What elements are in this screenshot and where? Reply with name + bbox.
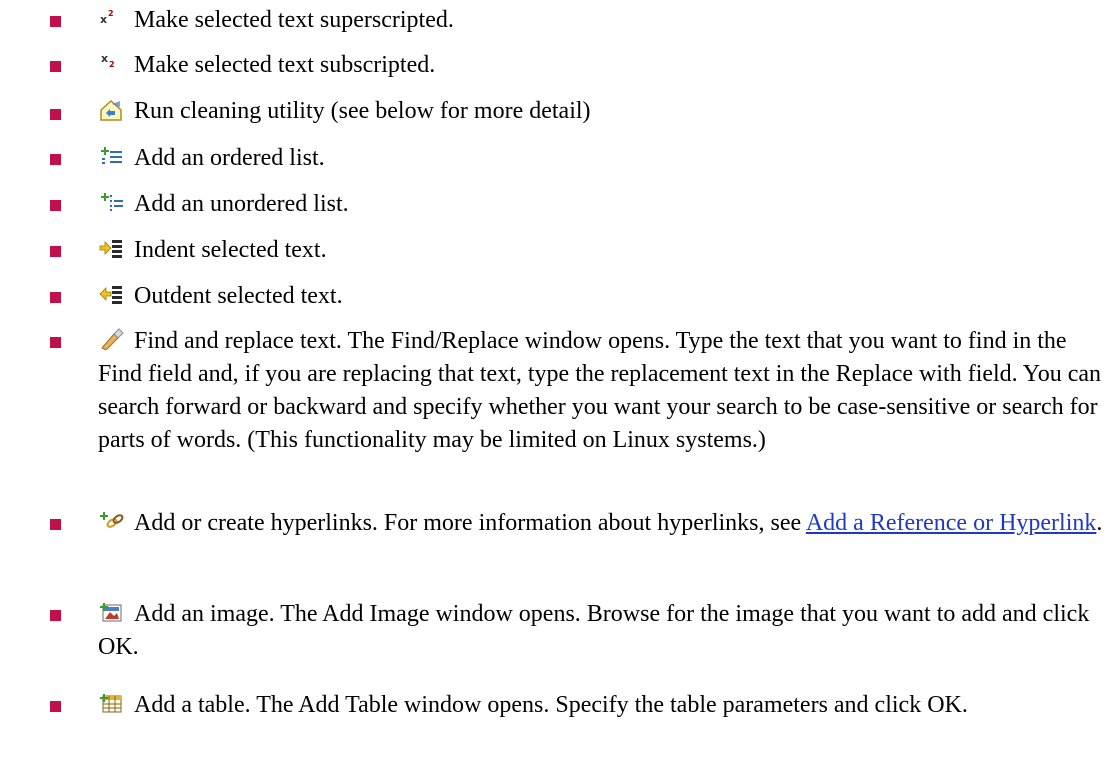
list-item-hyperlink: Add or create hyperlinks. For more infor… (0, 507, 1112, 540)
cleaning-utility-icon (98, 98, 126, 121)
add-table-icon (98, 692, 126, 714)
item-text: Indent selected text. (134, 237, 327, 263)
bullet-marker (50, 246, 61, 257)
document-page: x 2 Make selected text superscripted. x … (0, 0, 1112, 762)
subscript-icon: x 2 (98, 52, 126, 74)
list-item-unordered-list: Add an unordered list. (0, 188, 1112, 221)
svg-text:2: 2 (108, 9, 114, 18)
unordered-list-icon (98, 191, 126, 213)
bullet-marker (50, 200, 61, 211)
item-text: Make selected text superscripted. (134, 7, 454, 33)
bullet-marker (50, 16, 61, 27)
item-text: Add a table. The Add Table window opens.… (134, 692, 968, 718)
list-item-find-replace: Find and replace text. The Find/Replace … (0, 325, 1112, 457)
bullet-marker (50, 292, 61, 303)
outdent-icon (98, 283, 126, 305)
superscript-icon: x 2 (98, 7, 126, 29)
ordered-list-icon (98, 145, 126, 167)
bullet-marker (50, 109, 61, 120)
item-text: Add an unordered list. (134, 191, 349, 217)
add-image-icon (98, 601, 126, 623)
item-text: Add or create hyperlinks. For more infor… (134, 510, 806, 536)
bullet-marker (50, 701, 61, 712)
item-text: Add an ordered list. (134, 145, 325, 171)
svg-text:x: x (101, 52, 108, 65)
svg-text:x: x (100, 13, 107, 26)
hyperlink-icon (98, 510, 126, 532)
list-item-add-image: Add an image. The Add Image window opens… (0, 598, 1112, 664)
item-text-suffix: . (1096, 510, 1103, 536)
item-text: Find and replace text. The Find/Replace … (98, 328, 1102, 453)
list-item-superscript: x 2 Make selected text superscripted. (0, 4, 1112, 37)
item-text: Make selected text subscripted. (134, 52, 436, 78)
bullet-marker (50, 154, 61, 165)
list-item-outdent: Outdent selected text. (0, 280, 1112, 313)
find-replace-icon (98, 328, 126, 350)
indent-icon (98, 237, 126, 259)
bullet-marker (50, 610, 61, 621)
list-item-subscript: x 2 Make selected text subscripted. (0, 49, 1112, 82)
list-item-cleaning: Run cleaning utility (see below for more… (0, 95, 1112, 128)
list-item-ordered-list: Add an ordered list. (0, 142, 1112, 175)
bullet-marker (50, 519, 61, 530)
list-item-indent: Indent selected text. (0, 234, 1112, 267)
item-text: Outdent selected text. (134, 283, 343, 309)
item-text: Add an image. The Add Image window opens… (98, 601, 1090, 660)
bullet-marker (50, 61, 61, 72)
item-text: Run cleaning utility (see below for more… (134, 98, 591, 124)
svg-text:2: 2 (109, 60, 115, 69)
list-item-add-table: Add a table. The Add Table window opens.… (0, 689, 1112, 722)
bullet-marker (50, 337, 61, 348)
add-reference-hyperlink-link[interactable]: Add a Reference or Hyperlink (806, 510, 1097, 536)
